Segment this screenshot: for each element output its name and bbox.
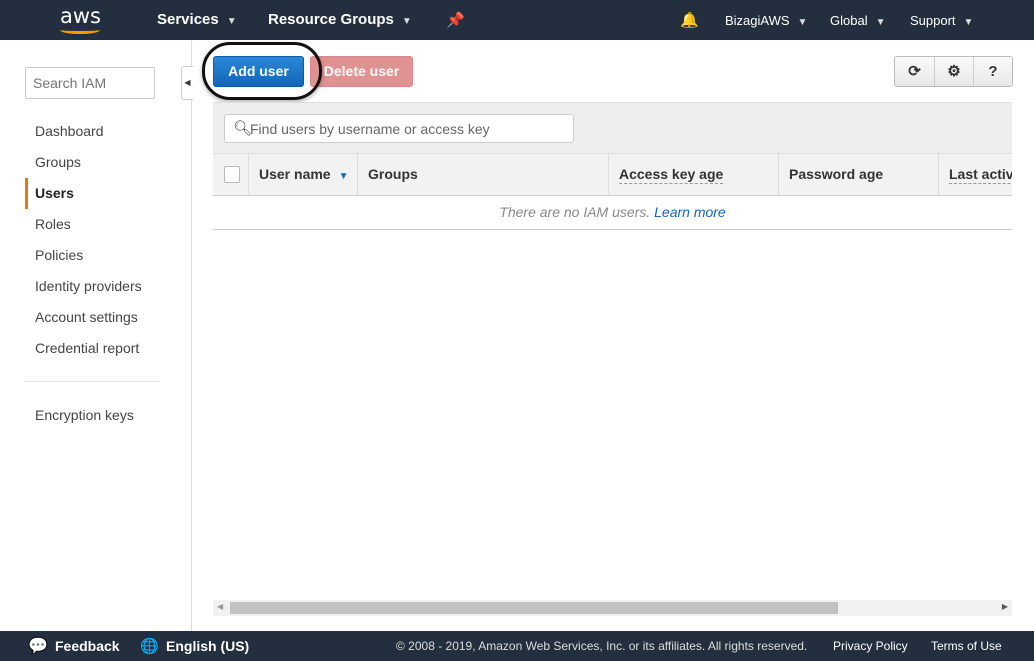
learn-more-link[interactable]: Learn more (654, 204, 726, 220)
chevron-down-icon: ▼ (875, 17, 886, 28)
sidebar-item-roles[interactable]: Roles (25, 209, 142, 240)
chevron-down-icon: ▼ (226, 16, 237, 27)
col-user-name[interactable]: User name ▼ (248, 154, 357, 195)
resource-groups-label: Resource Groups (268, 11, 394, 28)
sidebar-item-policies[interactable]: Policies (25, 240, 142, 271)
col-label: Last activity (949, 166, 1012, 184)
collapse-sidebar-button[interactable]: ◀ (181, 66, 193, 100)
col-label: User name (259, 166, 331, 182)
aws-smile-icon (60, 26, 100, 34)
speech-bubble-icon: 💬 (28, 638, 48, 655)
globe-icon: 🌐 (140, 638, 159, 655)
scroll-left-icon[interactable]: ◀ (217, 602, 223, 611)
aws-logo[interactable]: aws (60, 4, 101, 28)
horizontal-scrollbar[interactable]: ◀ ▶ (213, 600, 1012, 616)
refresh-icon[interactable]: ⟳ (895, 57, 934, 86)
sidebar-item-credential-report[interactable]: Credential report (25, 333, 142, 364)
sidebar-item-account-settings[interactable]: Account settings (25, 302, 142, 333)
footer: 💬 Feedback 🌐 English (US) © 2008 - 2019,… (0, 631, 1034, 661)
highlight-circle (202, 42, 322, 100)
language-selector[interactable]: English (US) (166, 638, 249, 654)
search-iam-input[interactable] (25, 67, 155, 99)
resource-groups-menu[interactable]: Resource Groups ▼ (268, 11, 412, 28)
filter-bar: 🔍︎ Find users by username or access key (213, 102, 1012, 153)
sidebar: Dashboard Groups Users Roles Policies Id… (0, 40, 192, 631)
account-label: BizagiAWS (725, 13, 790, 28)
privacy-policy-link[interactable]: Privacy Policy (833, 639, 908, 653)
col-access-key-age[interactable]: Access key age (608, 154, 778, 195)
bell-icon[interactable]: 🔔 (680, 11, 699, 29)
support-menu[interactable]: Support ▼ (910, 13, 973, 28)
pin-icon[interactable]: 📌 (446, 11, 465, 29)
chevron-down-icon: ▼ (797, 17, 808, 28)
empty-text: There are no IAM users. (499, 204, 651, 220)
support-label: Support (910, 13, 956, 28)
feedback-link[interactable]: Feedback (55, 638, 120, 654)
col-groups[interactable]: Groups (357, 154, 608, 195)
col-last-activity[interactable]: Last activity (938, 154, 1012, 195)
toolbar-actions: ⟳ ⚙ ? (894, 56, 1013, 87)
empty-state: There are no IAM users. Learn more (213, 196, 1012, 230)
sidebar-item-encryption-keys[interactable]: Encryption keys (35, 407, 134, 423)
services-menu[interactable]: Services ▼ (157, 11, 237, 28)
gear-icon[interactable]: ⚙ (934, 57, 973, 86)
sidebar-item-users[interactable]: Users (25, 178, 142, 209)
divider (25, 381, 160, 382)
table-header: User name ▼ Groups Access key age Passwor… (213, 153, 1012, 196)
find-users-input[interactable]: 🔍︎ Find users by username or access key (224, 114, 574, 143)
sidebar-item-groups[interactable]: Groups (25, 147, 142, 178)
region-label: Global (830, 13, 868, 28)
select-all-checkbox[interactable] (224, 166, 240, 183)
sidebar-item-identity-providers[interactable]: Identity providers (25, 271, 142, 302)
account-menu[interactable]: BizagiAWS ▼ (725, 13, 807, 28)
chevron-down-icon: ▼ (963, 17, 974, 28)
scrollbar-thumb[interactable] (230, 602, 838, 614)
help-icon[interactable]: ? (973, 57, 1012, 86)
top-nav: aws Services ▼ Resource Groups ▼ 📌 🔔 Bizag… (0, 0, 1034, 40)
sidebar-nav: Dashboard Groups Users Roles Policies Id… (25, 116, 142, 364)
col-password-age[interactable]: Password age (778, 154, 938, 195)
terms-of-use-link[interactable]: Terms of Use (931, 639, 1002, 653)
delete-user-button[interactable]: Delete user (310, 56, 413, 87)
region-menu[interactable]: Global ▼ (830, 13, 885, 28)
services-label: Services (157, 11, 219, 28)
find-users-placeholder: Find users by username or access key (250, 121, 490, 137)
scroll-right-icon[interactable]: ▶ (1002, 602, 1008, 611)
chevron-down-icon: ▼ (401, 16, 412, 27)
search-icon: 🔍︎ (233, 120, 253, 137)
col-label: Access key age (619, 166, 724, 184)
sort-desc-icon: ▼ (338, 171, 349, 182)
copyright: © 2008 - 2019, Amazon Web Services, Inc.… (396, 639, 808, 653)
sidebar-item-dashboard[interactable]: Dashboard (25, 116, 142, 147)
